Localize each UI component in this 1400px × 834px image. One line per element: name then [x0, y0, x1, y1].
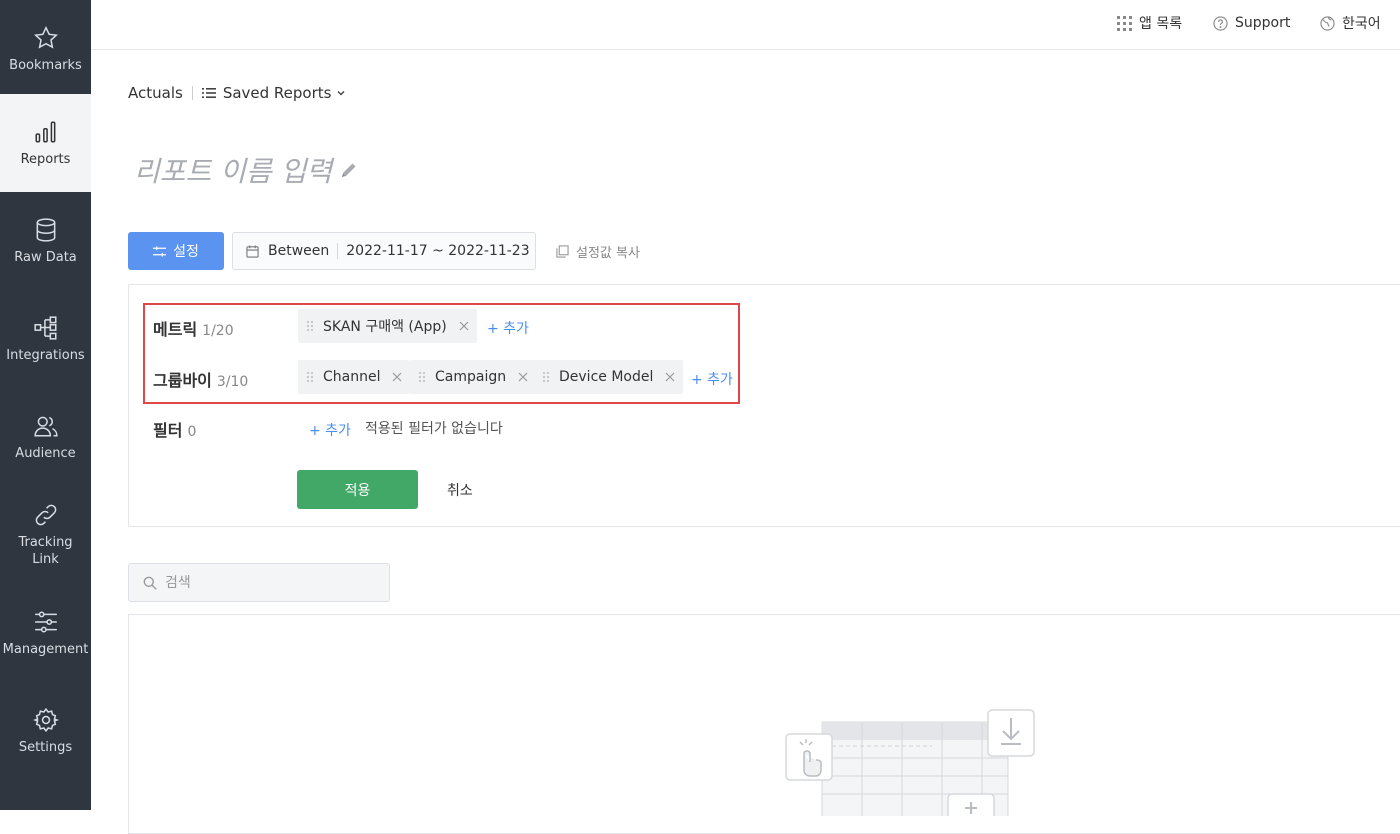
drag-handle-icon[interactable] — [306, 320, 314, 332]
remove-icon[interactable] — [665, 372, 675, 382]
groupby-chip-label: Campaign — [435, 369, 507, 385]
sidebar-item-label: Management — [2, 641, 89, 657]
language-selector[interactable]: 한국어 — [1320, 0, 1381, 46]
sliders-icon — [34, 610, 57, 633]
support-link[interactable]: Support — [1213, 0, 1290, 46]
sidebar-item-label: Integrations — [6, 347, 85, 363]
search-box — [128, 563, 390, 602]
gear-icon — [32, 707, 59, 732]
remove-icon[interactable] — [459, 321, 469, 331]
saved-reports-label: Saved Reports — [222, 84, 332, 102]
filter-row-label: 필터 0 — [153, 417, 196, 441]
search-icon — [143, 576, 157, 590]
groupby-chip-label: Channel — [323, 369, 381, 385]
drag-handle-icon[interactable] — [306, 371, 314, 383]
settings-button[interactable]: 설정 — [128, 232, 224, 270]
cancel-button[interactable]: 취소 — [447, 470, 473, 509]
settings-button-label: 설정 — [173, 244, 199, 260]
sidebar-item-label: Settings — [18, 739, 73, 755]
grid-icon — [1117, 15, 1132, 31]
report-results-area — [128, 614, 1400, 834]
metrics-row-label: 메트릭 1/20 — [153, 316, 234, 340]
search-input[interactable] — [165, 574, 365, 591]
sidebar: Bookmarks Reports Raw Data Integrations … — [0, 0, 91, 810]
saved-reports-dropdown[interactable]: Saved Reports — [201, 84, 347, 102]
sliders-icon — [153, 245, 167, 257]
sidebar-item-label: Tracking Link — [18, 535, 73, 567]
copy-settings-button[interactable]: 설정값 복사 — [556, 232, 640, 270]
sidebar-item-label: Bookmarks — [9, 57, 82, 73]
groupby-chip-label: Device Model — [559, 369, 654, 385]
breadcrumb: Actuals Saved Reports — [128, 84, 346, 102]
add-groupby-link[interactable]: + 추가 — [691, 369, 733, 389]
date-range-value: 2022-11-17 ~ 2022-11-23 — [346, 243, 530, 259]
list-icon — [201, 88, 216, 98]
add-filter-link[interactable]: + 추가 — [309, 420, 351, 440]
groupby-chip[interactable]: Device Model — [534, 360, 684, 394]
chevron-down-icon — [337, 91, 345, 96]
sidebar-item-management[interactable]: Management — [0, 584, 91, 682]
sidebar-item-label: Reports — [20, 151, 71, 167]
support-label: Support — [1235, 15, 1291, 31]
drag-handle-icon[interactable] — [542, 371, 550, 383]
copy-icon — [556, 244, 569, 258]
add-metric-link[interactable]: + 추가 — [487, 318, 529, 338]
language-label: 한국어 — [1342, 16, 1381, 32]
sidebar-item-bookmarks[interactable]: Bookmarks — [0, 0, 91, 98]
globe-icon — [1320, 15, 1335, 31]
database-icon — [36, 217, 55, 242]
breadcrumb-divider — [191, 86, 193, 100]
date-divider — [337, 243, 339, 259]
link-icon — [35, 504, 56, 526]
network-icon — [33, 315, 57, 340]
empty-report-illustration-icon — [785, 709, 1035, 816]
metrics-count: 1/20 — [202, 323, 234, 339]
apps-menu-label: 앱 목록 — [1139, 16, 1183, 32]
sidebar-item-settings[interactable]: Settings — [0, 682, 91, 780]
groupby-count: 3/10 — [216, 374, 249, 390]
sidebar-item-label: Audience — [15, 445, 76, 461]
filter-label: 필터 — [153, 421, 183, 440]
apps-menu-link[interactable]: 앱 목록 — [1117, 0, 1182, 46]
help-circle-icon — [1213, 15, 1228, 31]
breadcrumb-current[interactable]: Actuals — [128, 84, 183, 102]
metric-chip-label: SKAN 구매액 (App) — [323, 319, 447, 335]
sidebar-item-label: Raw Data — [14, 249, 77, 265]
sidebar-item-integrations[interactable]: Integrations — [0, 290, 91, 388]
metric-chip[interactable]: SKAN 구매액 (App) — [298, 309, 477, 343]
star-icon — [33, 25, 58, 49]
apply-button-label: 적용 — [344, 482, 371, 499]
apply-button[interactable]: 적용 — [297, 470, 418, 509]
sidebar-item-audience[interactable]: Audience — [0, 388, 91, 486]
no-filter-text: 적용된 필터가 없습니다 — [365, 421, 503, 437]
groupby-chip[interactable]: Channel — [298, 360, 411, 394]
groupby-chip[interactable]: Campaign — [410, 360, 537, 394]
bar-chart-icon — [34, 120, 55, 143]
copy-settings-label: 설정값 복사 — [576, 245, 640, 261]
metrics-label: 메트릭 — [153, 320, 198, 339]
report-title-input[interactable]: 리포트 이름 입력 — [134, 150, 358, 190]
calendar-icon — [246, 244, 259, 258]
remove-icon[interactable] — [518, 372, 528, 382]
top-bar: 앱 목록 Support 한국어 — [91, 0, 1400, 50]
date-range-picker[interactable]: Between 2022-11-17 ~ 2022-11-23 — [232, 232, 536, 270]
remove-icon[interactable] — [392, 372, 402, 382]
pencil-icon[interactable] — [340, 161, 358, 179]
date-mode-label: Between — [268, 243, 330, 259]
drag-handle-icon[interactable] — [418, 371, 426, 383]
sidebar-item-tracking-link[interactable]: Tracking Link — [0, 486, 91, 584]
groupby-label: 그룹바이 — [153, 371, 212, 390]
groupby-row-label: 그룹바이 3/10 — [153, 367, 248, 391]
sidebar-item-raw-data[interactable]: Raw Data — [0, 192, 91, 290]
cancel-button-label: 취소 — [447, 482, 473, 499]
filter-count: 0 — [187, 424, 197, 440]
users-icon — [33, 416, 58, 437]
report-title-placeholder: 리포트 이름 입력 — [134, 155, 333, 188]
sidebar-item-reports[interactable]: Reports — [0, 94, 91, 192]
